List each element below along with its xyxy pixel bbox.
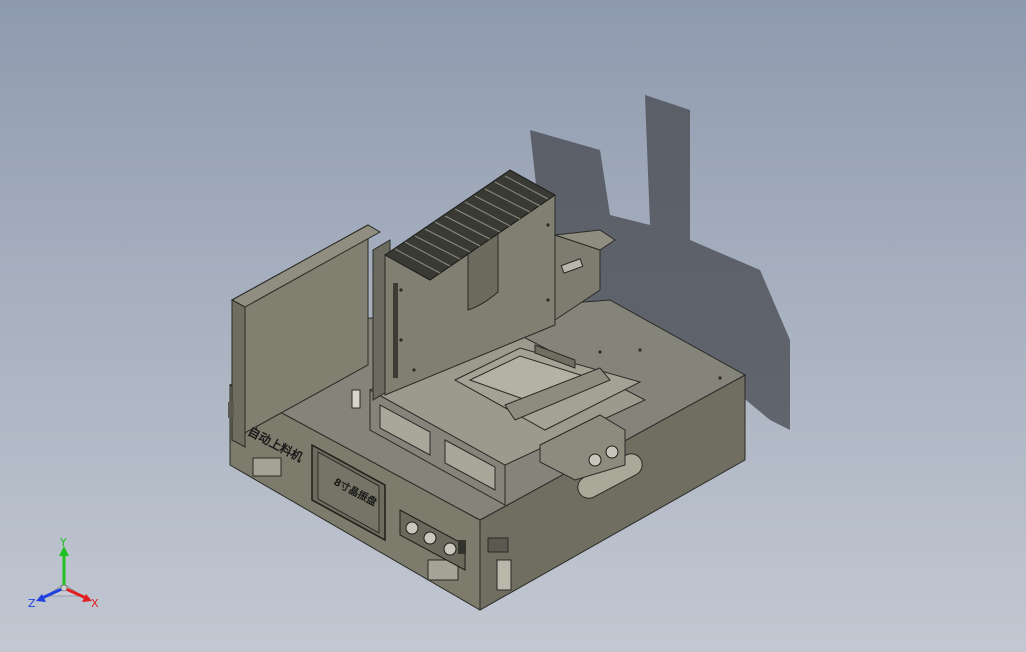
- x-axis-label: X: [91, 597, 99, 610]
- triad-origin: [60, 584, 68, 592]
- y-axis-label: Y: [59, 536, 67, 549]
- z-axis-label: Z: [28, 597, 36, 610]
- cad-model-view[interactable]: 自动上料机 8寸晶振盘: [0, 0, 1026, 652]
- sensor: [351, 389, 361, 409]
- coordinate-triad: Y X Z: [28, 536, 99, 610]
- cad-viewport[interactable]: 自动上料机 8寸晶振盘 Y X Z: [0, 0, 1026, 652]
